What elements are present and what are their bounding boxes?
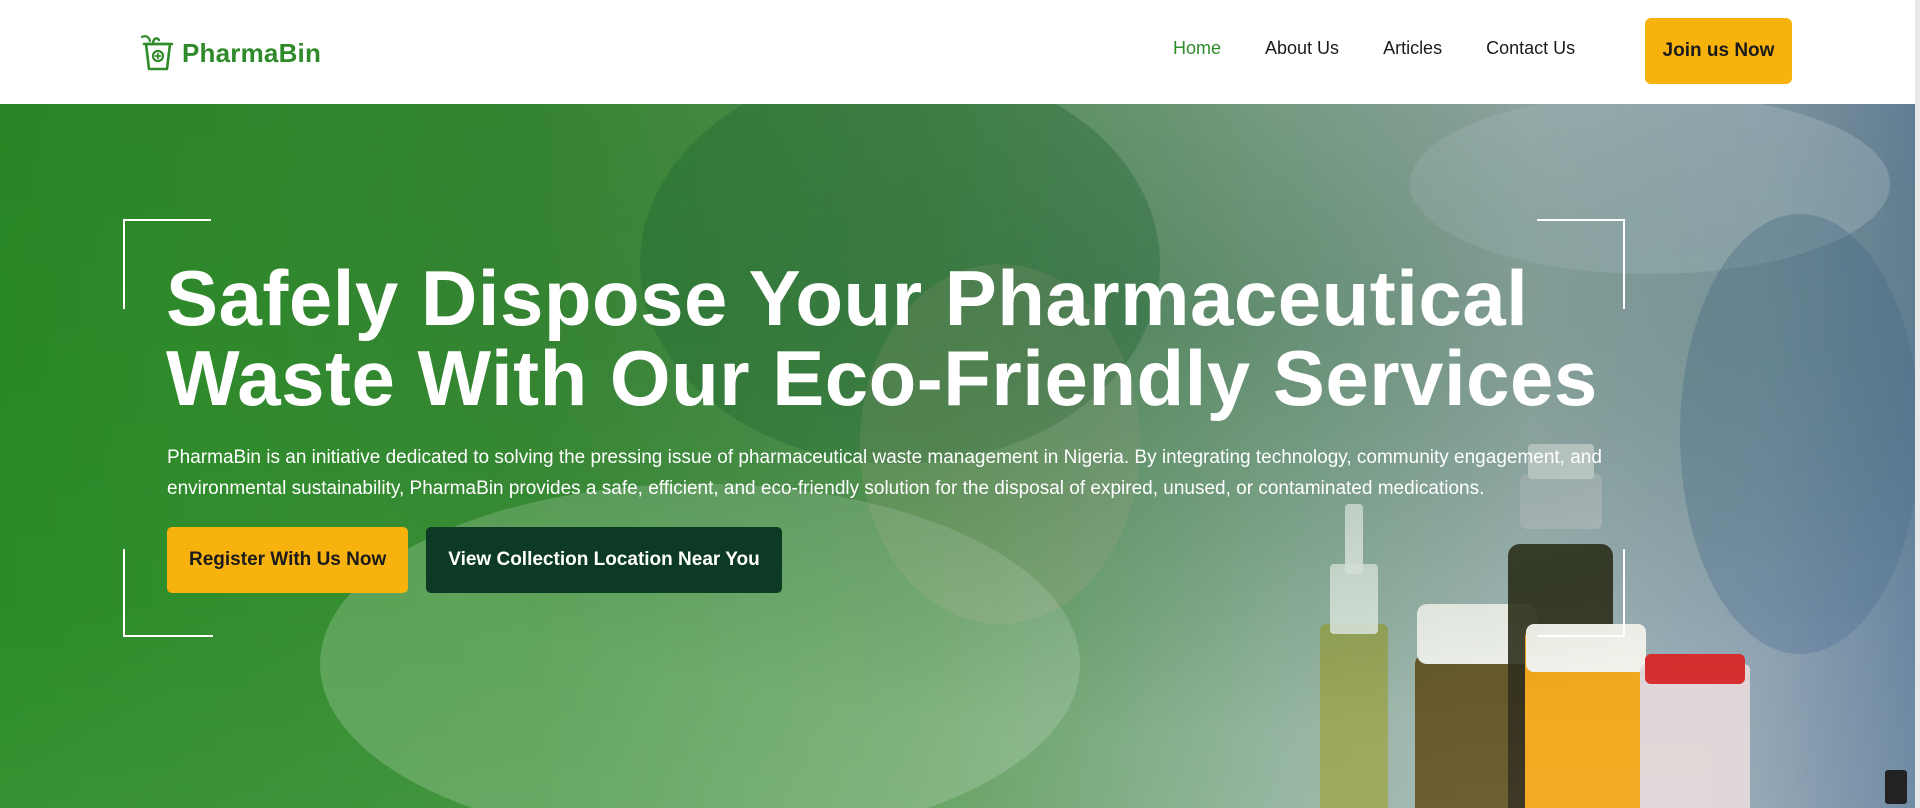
hero-button-row: Register With Us Now View Collection Loc… <box>167 527 782 593</box>
nav-contact-us[interactable]: Contact Us <box>1486 38 1575 59</box>
main-nav: Home About Us Articles Contact Us <box>1173 38 1575 59</box>
frame-corner-bottom-right <box>1537 549 1625 637</box>
hero-title-line2: Waste With Our Eco-Friendly Services <box>166 334 1598 422</box>
register-button[interactable]: Register With Us Now <box>167 527 409 593</box>
brand-logo[interactable]: PharmaBin <box>140 34 321 72</box>
brand-name: PharmaBin <box>182 37 322 68</box>
nav-articles[interactable]: Articles <box>1383 38 1442 59</box>
nav-about-us[interactable]: About Us <box>1265 38 1339 59</box>
recycle-bin-logo-icon <box>140 35 174 71</box>
hero-section: Safely Dispose Your Pharmaceutical Waste… <box>0 104 1915 808</box>
page-scrollbar[interactable] <box>1915 0 1920 808</box>
hero-description: PharmaBin is an initiative dedicated to … <box>167 447 1602 499</box>
join-us-now-button[interactable]: Join us Now <box>1645 18 1792 84</box>
top-navbar: PharmaBin Home About Us Articles Contact… <box>0 0 1915 104</box>
hero-title: Safely Dispose Your Pharmaceutical Waste… <box>166 258 1666 418</box>
nav-home[interactable]: Home <box>1173 38 1221 59</box>
floating-widget[interactable] <box>1885 770 1907 804</box>
view-collection-location-button[interactable]: View Collection Location Near You <box>426 527 782 593</box>
hero-title-line1: Safely Dispose Your Pharmaceutical <box>166 254 1529 342</box>
